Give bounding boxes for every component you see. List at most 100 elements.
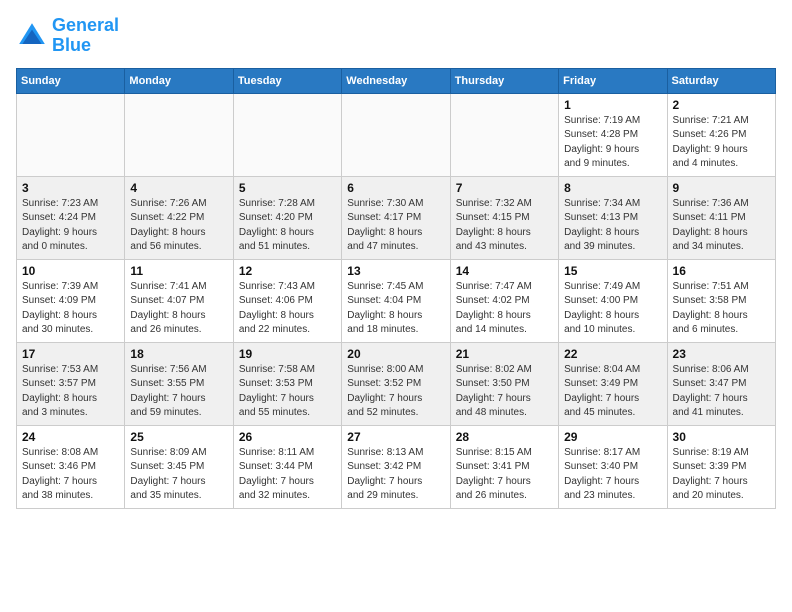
day-info: Sunrise: 8:17 AM Sunset: 3:40 PM Dayligh…: [564, 446, 661, 504]
day-number: 21: [456, 347, 553, 361]
day-info: Sunrise: 8:08 AM Sunset: 3:46 PM Dayligh…: [22, 446, 119, 504]
day-info: Sunrise: 8:04 AM Sunset: 3:49 PM Dayligh…: [564, 363, 661, 421]
day-number: 24: [22, 430, 119, 444]
day-number: 25: [130, 430, 227, 444]
day-number: 22: [564, 347, 661, 361]
day-info: Sunrise: 7:53 AM Sunset: 3:57 PM Dayligh…: [22, 363, 119, 421]
calendar-cell: 7 Sunrise: 7:32 AM Sunset: 4:15 PM Daylig…: [450, 176, 558, 259]
day-number: 9: [673, 181, 770, 195]
calendar-cell: 15 Sunrise: 7:49 AM Sunset: 4:00 PM Dayli…: [559, 259, 667, 342]
calendar-cell: 16 Sunrise: 7:51 AM Sunset: 3:58 PM Dayli…: [667, 259, 775, 342]
day-info: Sunrise: 7:51 AM Sunset: 3:58 PM Dayligh…: [673, 280, 770, 338]
calendar-week-row: 24 Sunrise: 8:08 AM Sunset: 3:46 PM Dayli…: [17, 425, 776, 508]
calendar-week-row: 1Sunrise: 7:19 AM Sunset: 4:28 PM Daylig…: [17, 93, 776, 176]
weekday-header: Thursday: [450, 68, 558, 93]
day-number: 16: [673, 264, 770, 278]
calendar-cell: 3 Sunrise: 7:23 AM Sunset: 4:24 PM Daylig…: [17, 176, 125, 259]
calendar-cell: 2 Sunrise: 7:21 AM Sunset: 4:26 PM Daylig…: [667, 93, 775, 176]
weekday-header: Friday: [559, 68, 667, 93]
calendar-cell: 6Sunrise: 7:30 AM Sunset: 4:17 PM Daylig…: [342, 176, 450, 259]
logo: General Blue: [16, 16, 119, 56]
day-number: 4: [130, 181, 227, 195]
day-number: 30: [673, 430, 770, 444]
weekday-header: Wednesday: [342, 68, 450, 93]
calendar-cell: 24 Sunrise: 8:08 AM Sunset: 3:46 PM Dayli…: [17, 425, 125, 508]
day-number: 2: [673, 98, 770, 112]
calendar-cell: [450, 93, 558, 176]
day-info: Sunrise: 8:11 AM Sunset: 3:44 PM Dayligh…: [239, 446, 336, 504]
weekday-header-row: SundayMondayTuesdayWednesdayThursdayFrid…: [17, 68, 776, 93]
day-info: Sunrise: 7:45 AM Sunset: 4:04 PM Dayligh…: [347, 280, 444, 338]
weekday-header: Tuesday: [233, 68, 341, 93]
day-number: 7: [456, 181, 553, 195]
calendar-cell: 30Sunrise: 8:19 AM Sunset: 3:39 PM Dayli…: [667, 425, 775, 508]
day-number: 15: [564, 264, 661, 278]
calendar-cell: 25 Sunrise: 8:09 AM Sunset: 3:45 PM Dayli…: [125, 425, 233, 508]
weekday-header: Saturday: [667, 68, 775, 93]
weekday-header: Monday: [125, 68, 233, 93]
calendar-cell: [233, 93, 341, 176]
calendar-cell: [342, 93, 450, 176]
day-number: 19: [239, 347, 336, 361]
day-info: Sunrise: 7:34 AM Sunset: 4:13 PM Dayligh…: [564, 197, 661, 255]
calendar-week-row: 3 Sunrise: 7:23 AM Sunset: 4:24 PM Daylig…: [17, 176, 776, 259]
day-number: 10: [22, 264, 119, 278]
day-info: Sunrise: 8:06 AM Sunset: 3:47 PM Dayligh…: [673, 363, 770, 421]
calendar-cell: 22 Sunrise: 8:04 AM Sunset: 3:49 PM Dayli…: [559, 342, 667, 425]
day-number: 26: [239, 430, 336, 444]
day-number: 18: [130, 347, 227, 361]
day-number: 29: [564, 430, 661, 444]
day-info: Sunrise: 8:15 AM Sunset: 3:41 PM Dayligh…: [456, 446, 553, 504]
page-header: General Blue: [16, 16, 776, 56]
calendar-cell: 13 Sunrise: 7:45 AM Sunset: 4:04 PM Dayli…: [342, 259, 450, 342]
day-number: 27: [347, 430, 444, 444]
day-number: 8: [564, 181, 661, 195]
day-info: Sunrise: 7:58 AM Sunset: 3:53 PM Dayligh…: [239, 363, 336, 421]
day-info: Sunrise: 7:56 AM Sunset: 3:55 PM Dayligh…: [130, 363, 227, 421]
calendar-cell: 17 Sunrise: 7:53 AM Sunset: 3:57 PM Dayli…: [17, 342, 125, 425]
day-info: Sunrise: 7:32 AM Sunset: 4:15 PM Dayligh…: [456, 197, 553, 255]
calendar-cell: 9 Sunrise: 7:36 AM Sunset: 4:11 PM Daylig…: [667, 176, 775, 259]
day-info: Sunrise: 8:00 AM Sunset: 3:52 PM Dayligh…: [347, 363, 444, 421]
calendar-week-row: 10 Sunrise: 7:39 AM Sunset: 4:09 PM Dayli…: [17, 259, 776, 342]
day-number: 17: [22, 347, 119, 361]
calendar-cell: 8 Sunrise: 7:34 AM Sunset: 4:13 PM Daylig…: [559, 176, 667, 259]
calendar-cell: 18 Sunrise: 7:56 AM Sunset: 3:55 PM Dayli…: [125, 342, 233, 425]
day-info: Sunrise: 7:26 AM Sunset: 4:22 PM Dayligh…: [130, 197, 227, 255]
calendar-cell: 11Sunrise: 7:41 AM Sunset: 4:07 PM Dayli…: [125, 259, 233, 342]
day-info: Sunrise: 7:21 AM Sunset: 4:26 PM Dayligh…: [673, 114, 770, 172]
day-number: 11: [130, 264, 227, 278]
day-info: Sunrise: 7:43 AM Sunset: 4:06 PM Dayligh…: [239, 280, 336, 338]
calendar-cell: 5 Sunrise: 7:28 AM Sunset: 4:20 PM Daylig…: [233, 176, 341, 259]
day-info: Sunrise: 7:30 AM Sunset: 4:17 PM Dayligh…: [347, 197, 444, 255]
calendar-cell: 23 Sunrise: 8:06 AM Sunset: 3:47 PM Dayli…: [667, 342, 775, 425]
calendar-cell: 26 Sunrise: 8:11 AM Sunset: 3:44 PM Dayli…: [233, 425, 341, 508]
calendar: SundayMondayTuesdayWednesdayThursdayFrid…: [16, 68, 776, 509]
day-info: Sunrise: 7:49 AM Sunset: 4:00 PM Dayligh…: [564, 280, 661, 338]
calendar-cell: 29 Sunrise: 8:17 AM Sunset: 3:40 PM Dayli…: [559, 425, 667, 508]
day-info: Sunrise: 7:36 AM Sunset: 4:11 PM Dayligh…: [673, 197, 770, 255]
calendar-cell: 28 Sunrise: 8:15 AM Sunset: 3:41 PM Dayli…: [450, 425, 558, 508]
calendar-cell: 19 Sunrise: 7:58 AM Sunset: 3:53 PM Dayli…: [233, 342, 341, 425]
day-info: Sunrise: 8:09 AM Sunset: 3:45 PM Dayligh…: [130, 446, 227, 504]
logo-text: General Blue: [52, 16, 119, 56]
day-number: 1: [564, 98, 661, 112]
day-number: 5: [239, 181, 336, 195]
day-info: Sunrise: 7:47 AM Sunset: 4:02 PM Dayligh…: [456, 280, 553, 338]
calendar-week-row: 17 Sunrise: 7:53 AM Sunset: 3:57 PM Dayli…: [17, 342, 776, 425]
calendar-cell: 14 Sunrise: 7:47 AM Sunset: 4:02 PM Dayli…: [450, 259, 558, 342]
calendar-cell: 21Sunrise: 8:02 AM Sunset: 3:50 PM Dayli…: [450, 342, 558, 425]
calendar-cell: [125, 93, 233, 176]
day-number: 14: [456, 264, 553, 278]
calendar-cell: 1Sunrise: 7:19 AM Sunset: 4:28 PM Daylig…: [559, 93, 667, 176]
day-number: 23: [673, 347, 770, 361]
day-number: 12: [239, 264, 336, 278]
day-number: 28: [456, 430, 553, 444]
day-info: Sunrise: 8:13 AM Sunset: 3:42 PM Dayligh…: [347, 446, 444, 504]
day-info: Sunrise: 7:28 AM Sunset: 4:20 PM Dayligh…: [239, 197, 336, 255]
day-info: Sunrise: 7:39 AM Sunset: 4:09 PM Dayligh…: [22, 280, 119, 338]
day-number: 3: [22, 181, 119, 195]
day-number: 13: [347, 264, 444, 278]
weekday-header: Sunday: [17, 68, 125, 93]
day-info: Sunrise: 7:23 AM Sunset: 4:24 PM Dayligh…: [22, 197, 119, 255]
